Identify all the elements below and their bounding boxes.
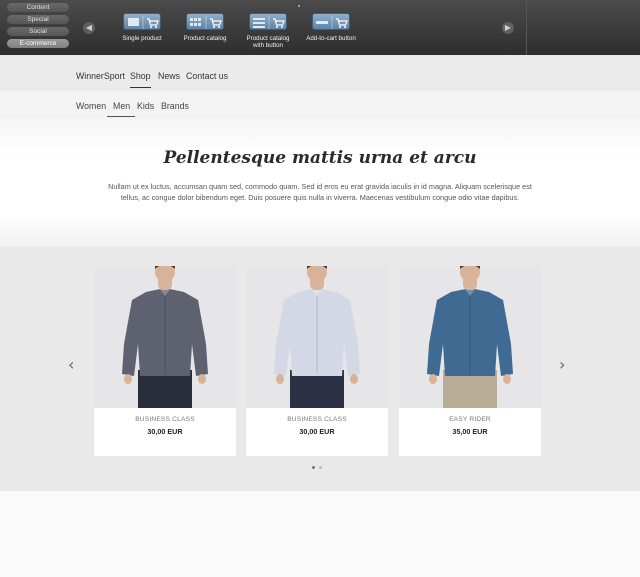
single-product-icon [123, 13, 161, 30]
product-card[interactable]: BUSINESS CLASS 30,00 EUR [94, 266, 236, 456]
carousel-next-icon[interactable]: › [559, 355, 565, 374]
product-name: BUSINESS CLASS [287, 416, 347, 423]
widget-category-list: Content Special Social E-commerce [7, 3, 71, 51]
nav-item-contact-us[interactable]: Contact us [186, 71, 228, 81]
category-special[interactable]: Special [7, 15, 69, 24]
active-nav-underline [130, 87, 151, 88]
hero-section: Pellentesque mattis urna et arcu Nullam … [0, 119, 640, 247]
product-catalog-button-icon [249, 13, 287, 30]
model-illustration [274, 266, 360, 408]
product-catalog-icon [186, 13, 224, 30]
widget-label: Product catalog with button [246, 35, 290, 49]
product-price: 35,00 EUR [452, 427, 488, 436]
widget-label: Product catalog [183, 35, 227, 42]
toolbar-next-icon[interactable]: ▶ [502, 22, 514, 34]
product-name: EASY RIDER [449, 416, 491, 423]
nav-item-shop[interactable]: Shop [130, 71, 151, 81]
widget-label: Add-to-cart button [306, 35, 356, 42]
widget-product-catalog[interactable]: Product catalog [169, 13, 241, 42]
product-carousel: ‹ BUSINESS CLASS 30,00 EUR BUSINESS CLAS… [0, 247, 640, 491]
hero-title: Pellentesque mattis urna et arcu [163, 148, 477, 168]
toolbar-divider [526, 0, 527, 55]
widget-add-to-cart-button[interactable]: Add-to-cart button [295, 13, 367, 42]
carousel-dot-active[interactable] [312, 466, 315, 469]
category-ecommerce[interactable]: E-commerce [7, 39, 69, 48]
product-name: BUSINESS CLASS [135, 416, 195, 423]
toolbar-prev-icon[interactable]: ◀ [83, 22, 95, 34]
subnav-item-brands[interactable]: Brands [161, 101, 189, 111]
product-card[interactable]: BUSINESS CLASS 30,00 EUR [246, 266, 388, 456]
product-price: 30,00 EUR [147, 427, 183, 436]
model-illustration [427, 266, 513, 408]
model-illustration [122, 266, 208, 408]
subnav-item-women[interactable]: Women [76, 101, 106, 111]
toolbar-indicator [298, 5, 300, 7]
main-navigation: WinnerSport Shop News Contact us [0, 55, 640, 91]
sub-navigation: Women Men Kids Brands [0, 91, 640, 119]
page: Content Special Social E-commerce ◀ Sing… [0, 0, 640, 577]
carousel-prev-icon[interactable]: ‹ [68, 355, 74, 374]
widget-product-catalog-with-button[interactable]: Product catalog with button [232, 13, 304, 49]
widget-label: Single product [122, 35, 162, 42]
product-card[interactable]: EASY RIDER 35,00 EUR [399, 266, 541, 456]
nav-item-news[interactable]: News [158, 71, 180, 81]
product-photo [399, 266, 541, 408]
page-bottom [0, 491, 640, 577]
product-photo [246, 266, 388, 408]
widget-single-product[interactable]: Single product [106, 13, 178, 42]
subnav-item-men[interactable]: Men [113, 101, 130, 111]
carousel-dot[interactable] [319, 466, 322, 469]
editor-toolbar: Content Special Social E-commerce ◀ Sing… [0, 0, 640, 55]
product-photo [94, 266, 236, 408]
subnav-item-kids[interactable]: Kids [137, 101, 154, 111]
active-subnav-underline [107, 116, 135, 117]
add-to-cart-icon [312, 13, 350, 30]
nav-item-winnersport[interactable]: WinnerSport [76, 71, 125, 81]
product-price: 30,00 EUR [299, 427, 335, 436]
category-content[interactable]: Content [7, 3, 69, 12]
hero-body: Nullam ut ex luctus, accumsan quam sed, … [108, 182, 532, 202]
category-social[interactable]: Social [7, 27, 69, 36]
